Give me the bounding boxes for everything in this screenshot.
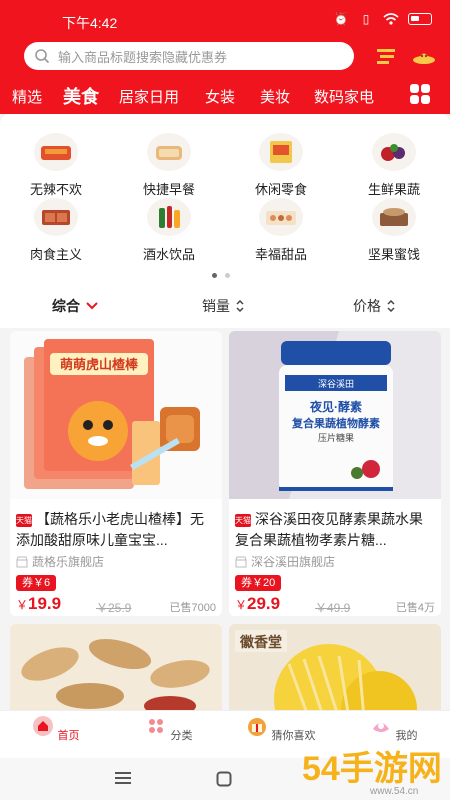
search-icon (35, 49, 50, 64)
package-label: 夜见·酵素 (309, 399, 362, 414)
product-price: ￥29.9 (235, 594, 281, 613)
fruit-icon (372, 133, 416, 171)
product-image (10, 624, 222, 719)
profile-icon (373, 723, 390, 732)
meat-icon (34, 198, 78, 236)
product-card[interactable]: 萌萌虎山楂棒 天猫 【蔬格乐小老虎山楂棒】无添加酸甜原味儿童宝宝... 蔬格乐旗舰… (10, 331, 222, 616)
original-price: ￥49.9 (315, 601, 351, 615)
product-card[interactable] (10, 624, 222, 719)
spicy-food-icon (34, 133, 78, 171)
package-sub-label-2: 压片糖果 (318, 432, 354, 443)
tab-featured[interactable]: 精选 (12, 86, 42, 107)
shop-name[interactable]: 蔬格乐旗舰店 (16, 553, 104, 570)
product-title: 天猫 深谷溪田夜见酵素果蔬水果复合果蔬植物孝素片糖... (235, 511, 423, 548)
sold-count: 已售7000 (169, 602, 216, 614)
tab-recommend[interactable]: 猜你喜欢 (236, 715, 326, 743)
drinks-icon (147, 198, 191, 236)
tab-electronics[interactable]: 数码家电 (314, 86, 374, 107)
hat-icon[interactable] (412, 45, 436, 67)
tab-home-goods[interactable]: 居家日用 (119, 86, 179, 107)
tab-home[interactable]: 首页 (11, 715, 101, 743)
store-icon (16, 556, 28, 567)
grid-menu-icon[interactable] (410, 84, 430, 104)
sort-price[interactable]: 价格 (353, 296, 395, 316)
product-image: 萌萌虎山楂棒 (10, 331, 222, 499)
original-price: ￥25.9 (96, 601, 132, 615)
nuts-icon (372, 198, 416, 236)
product-image: 深谷溪田 夜见·酵素 复合果蔬植物酵素 压片糖果 (229, 331, 441, 499)
gift-icon (248, 718, 267, 736)
tab-profile[interactable]: 我的 (349, 715, 439, 743)
snack-icon (259, 133, 303, 171)
dessert-icon (259, 198, 303, 236)
status-time: 下午4:42 (62, 15, 118, 31)
sort-icon[interactable] (374, 45, 398, 67)
search-input[interactable]: 输入商品标题搜索隐藏优惠券 (24, 42, 354, 70)
watermark-url: www.54.cn (369, 786, 418, 797)
shortcut-breakfast[interactable]: 快捷早餐 (124, 133, 214, 198)
sort-comprehensive[interactable]: 综合 (52, 296, 98, 316)
shortcut-drinks[interactable]: 酒水饮品 (124, 198, 214, 263)
package-sub-label: 复合果蔬植物酵素 (291, 416, 380, 430)
page-indicator (212, 273, 230, 278)
vibrate-icon: ▯ (362, 12, 370, 26)
brand-label: 徽香堂 (239, 634, 282, 651)
tab-food[interactable]: 美食 (63, 83, 99, 109)
coupon-badge[interactable]: 券￥20 (235, 575, 282, 591)
tmall-badge: 天猫 (235, 514, 251, 527)
tab-category[interactable]: 分类 (124, 715, 214, 743)
sort-arrows-icon (236, 300, 244, 312)
shop-name[interactable]: 深谷溪田旗舰店 (235, 553, 335, 570)
shortcut-meat[interactable]: 肉食主义 (11, 198, 101, 263)
product-price: ￥19.9 (16, 594, 62, 613)
watermark-logo: 54手游网 www.54.cn (302, 750, 442, 797)
sort-sales[interactable]: 销量 (202, 296, 244, 316)
store-icon (235, 556, 247, 567)
sort-arrows-icon (387, 300, 395, 312)
product-card[interactable]: 徽香堂 (229, 624, 441, 719)
menu-icon[interactable] (114, 771, 132, 785)
tab-beauty[interactable]: 美妆 (260, 86, 290, 107)
coupon-badge[interactable]: 券￥6 (16, 575, 57, 591)
sold-count: 已售4万 (395, 602, 435, 614)
bread-icon (147, 133, 191, 171)
battery-icon (408, 13, 432, 25)
package-brand: 深谷溪田 (318, 378, 354, 389)
alarm-icon: ⏰ (333, 12, 349, 26)
wifi-icon (383, 12, 399, 26)
watermark-text: 54手游网 (302, 750, 442, 788)
tmall-badge: 天猫 (16, 514, 32, 527)
category-icon (149, 719, 164, 733)
package-label: 萌萌虎山楂棒 (60, 357, 139, 372)
shortcut-nuts[interactable]: 坚果蜜饯 (349, 198, 439, 263)
shortcut-fresh-produce[interactable]: 生鲜果蔬 (349, 133, 439, 198)
tab-womens-wear[interactable]: 女装 (205, 86, 235, 107)
shortcut-snacks[interactable]: 休闲零食 (236, 133, 326, 198)
category-tabs: 精选 美食 居家日用 女装 美妆 数码家电 (0, 80, 450, 110)
chevron-down-icon (86, 302, 98, 310)
product-title: 天猫 【蔬格乐小老虎山楂棒】无添加酸甜原味儿童宝宝... (16, 511, 204, 548)
home-nav-icon[interactable] (216, 771, 232, 787)
home-icon (33, 716, 54, 736)
search-placeholder: 输入商品标题搜索隐藏优惠券 (58, 49, 228, 65)
shortcut-desserts[interactable]: 幸福甜品 (236, 198, 326, 263)
product-card[interactable]: 深谷溪田 夜见·酵素 复合果蔬植物酵素 压片糖果 天猫 深谷溪田夜见酵素果蔬水果复… (229, 331, 441, 616)
shortcut-spicy[interactable]: 无辣不欢 (11, 133, 101, 198)
product-image: 徽香堂 (229, 624, 441, 719)
status-bar: 下午4:42 ⏰ ▯ (0, 0, 450, 40)
